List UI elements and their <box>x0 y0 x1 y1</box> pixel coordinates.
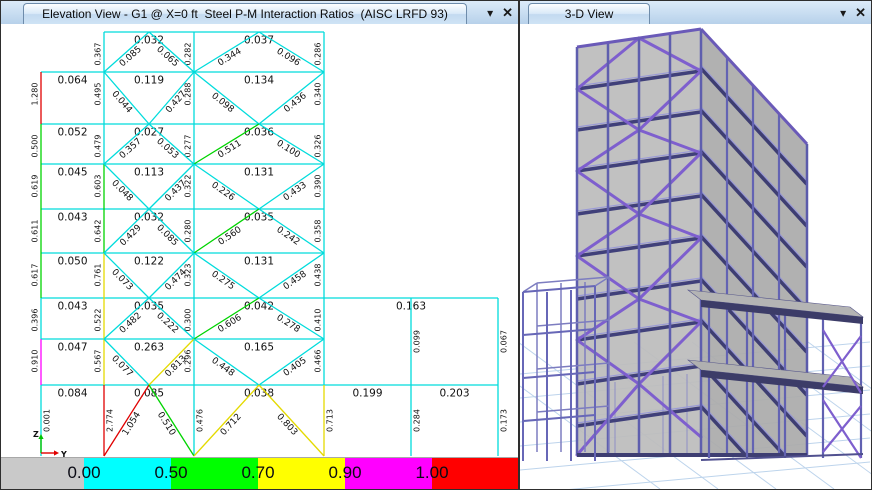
legend-tick-label: 0.00 <box>67 463 100 483</box>
member-ratio-label: 0.340 <box>314 83 323 106</box>
member-ratio-label: 0.603 <box>94 175 103 198</box>
member-ratio-label: 0.396 <box>31 309 40 332</box>
member-ratio-label: 0.522 <box>94 309 103 332</box>
close-icon[interactable]: ✕ <box>502 6 513 19</box>
member-ratio-label: 0.038 <box>244 388 274 400</box>
member-ratio-label: 0.085 <box>134 388 164 400</box>
elevation-titlebar: Elevation View - G1 @ X=0 ft Steel P-M I… <box>1 1 518 25</box>
member-ratio-label: 0.119 <box>134 75 164 87</box>
axis-z-label: Z <box>33 430 39 439</box>
elevation-content: 0.0320.0370.0640.1190.1340.0520.0270.036… <box>1 24 518 489</box>
member-ratio-label: 0.035 <box>244 212 274 224</box>
member-ratio-label: 0.611 <box>31 220 40 243</box>
member-ratio-label: 0.367 <box>94 43 103 66</box>
member-ratio-label: 0.277 <box>184 135 193 158</box>
member-ratio-label: 0.910 <box>31 350 40 373</box>
member-ratio-label: 0.042 <box>244 301 274 313</box>
member-ratio-label: 0.619 <box>31 175 40 198</box>
member-ratio-label: 0.131 <box>244 256 274 268</box>
tower-right-face <box>701 29 807 489</box>
three-d-content <box>520 24 871 489</box>
member-ratio-label: 0.358 <box>314 220 323 243</box>
member-ratio-label: 0.131 <box>244 167 274 179</box>
member-ratio-label: 0.099 <box>413 330 422 353</box>
member-ratio-label: 0.286 <box>314 43 323 66</box>
member-ratio-label: 0.047 <box>57 342 87 354</box>
elevation-window-title: Elevation View - G1 @ X=0 ft Steel P-M I… <box>42 7 448 21</box>
ratio-color-legend: 0.00 0.50 0.70 0.90 1.00 <box>1 457 518 489</box>
member-ratio-label: 0.173 <box>500 409 509 432</box>
member-ratio-label: 0.052 <box>57 127 87 139</box>
member-ratio-label: 0.284 <box>413 409 422 432</box>
member-ratio-label: 0.263 <box>134 342 164 354</box>
member-ratio-label: 0.280 <box>184 220 193 243</box>
member-ratio-label: 0.282 <box>184 43 193 66</box>
member-ratio-label: 0.203 <box>439 388 469 400</box>
member-ratio-label: 0.642 <box>94 220 103 243</box>
legend-tick-label: 0.50 <box>154 463 187 483</box>
three-d-window-title: 3-D View <box>565 7 613 21</box>
member-ratio-label: 0.122 <box>134 256 164 268</box>
legend-tick-label: 0.90 <box>328 463 361 483</box>
member-ratio-label: 0.045 <box>57 167 87 179</box>
member-ratio-label: 0.165 <box>244 342 274 354</box>
three-d-titlebar: 3-D View ▾ ✕ <box>520 1 871 25</box>
member-ratio-label: 0.035 <box>134 301 164 313</box>
member-ratio-label: 0.113 <box>134 167 164 179</box>
member-ratio-label: 0.438 <box>314 264 323 287</box>
member-ratio-label: 0.466 <box>314 350 323 373</box>
member-ratio-label: 0.479 <box>94 135 103 158</box>
axis-triad: Z Y <box>33 430 67 459</box>
member-ratio-label: 0.050 <box>57 256 87 268</box>
member-ratio-label: 0.067 <box>500 330 509 353</box>
member-ratio-label: 0.043 <box>57 301 87 313</box>
member-ratio-label: 0.326 <box>314 135 323 158</box>
elevation-window: Elevation View - G1 @ X=0 ft Steel P-M I… <box>1 1 518 489</box>
member-ratio-label: 0.761 <box>94 264 103 287</box>
member-ratio-label: 0.617 <box>31 264 40 287</box>
elevation-window-tab[interactable]: Elevation View - G1 @ X=0 ft Steel P-M I… <box>23 3 467 24</box>
member-ratio-label: 0.084 <box>57 388 87 400</box>
member-ratio-label: 0.134 <box>244 75 274 87</box>
member-ratio-label: 0.032 <box>134 212 164 224</box>
window-menu-icon[interactable]: ▾ <box>840 7 846 19</box>
3d-view-canvas[interactable] <box>520 24 871 489</box>
member-ratio-label: 1.280 <box>31 83 40 106</box>
member-ratio-label: 0.495 <box>94 83 103 106</box>
member-ratio-label: 0.567 <box>94 350 103 373</box>
member-ratio-label: 0.390 <box>314 175 323 198</box>
legend-tick-label: 0.70 <box>241 463 274 483</box>
member-ratio-label: 0.199 <box>352 388 382 400</box>
member-ratio-label: 0.036 <box>244 127 274 139</box>
member-ratio-label: 2.774 <box>106 409 115 432</box>
window-menu-icon[interactable]: ▾ <box>487 7 493 19</box>
member-ratio-label: 0.001 <box>43 409 52 432</box>
member-ratio-label: 0.476 <box>196 409 205 432</box>
three-d-window-tab[interactable]: 3-D View <box>528 3 650 24</box>
member-ratio-label: 0.043 <box>57 212 87 224</box>
three-d-window: 3-D View ▾ ✕ <box>520 1 871 489</box>
close-icon[interactable]: ✕ <box>855 6 866 19</box>
member-ratio-label: 0.037 <box>244 35 274 47</box>
legend-tick-label: 1.00 <box>415 463 448 483</box>
member-ratio-label: 0.064 <box>57 75 87 87</box>
member-ratio-label: 0.500 <box>31 135 40 158</box>
member-ratio-label: 0.410 <box>314 309 323 332</box>
member-ratio-label: 0.300 <box>184 309 193 332</box>
elevation-view-canvas[interactable]: 0.0320.0370.0640.1190.1340.0520.0270.036… <box>1 24 518 489</box>
member-ratio-label: 0.713 <box>326 409 335 432</box>
